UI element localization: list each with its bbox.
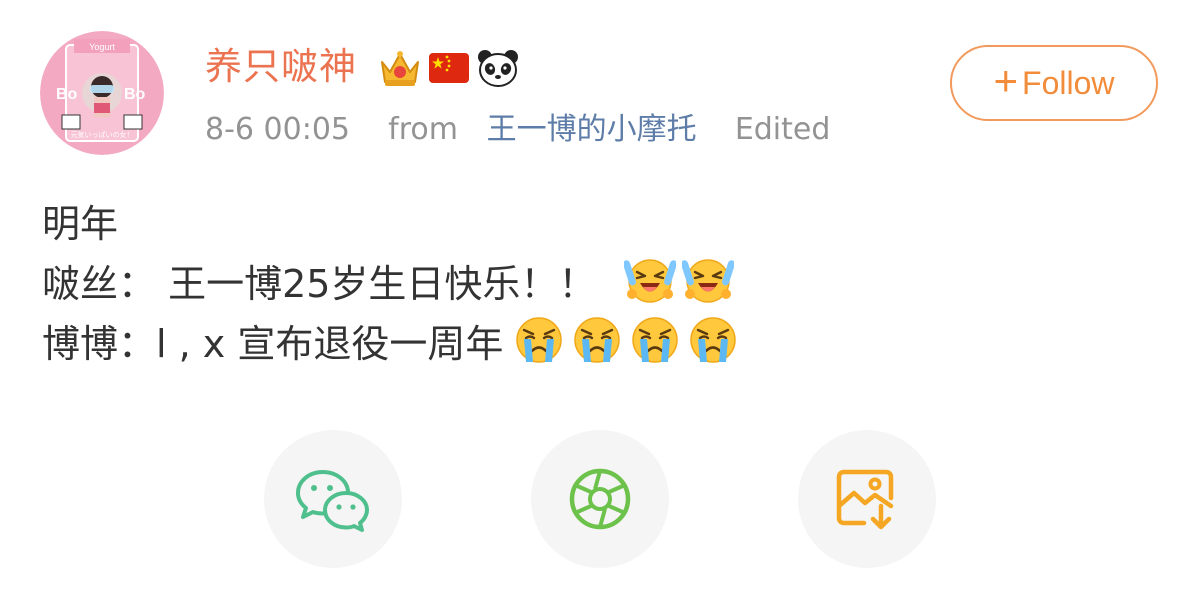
avatar-bo-right: Bo xyxy=(124,86,146,103)
share-save-image-button[interactable] xyxy=(798,430,936,568)
follow-button[interactable]: + Follow xyxy=(950,45,1158,121)
from-label: from xyxy=(388,112,458,147)
crying-emoji xyxy=(571,314,623,366)
crying-emoji xyxy=(513,314,565,366)
wechat-icon xyxy=(296,470,369,532)
laugh-cry-emoji xyxy=(682,254,735,306)
post-text: 明年 啵丝： 王一博25岁生日快乐！！ 博博：l , x 宣布退役一周年 xyxy=(42,190,739,370)
post-line-1: 明年 xyxy=(42,190,739,250)
laugh-cry-emoji xyxy=(624,254,677,306)
post-line-3: 博博：l , x 宣布退役一周年 xyxy=(42,310,739,370)
line-3-emojis xyxy=(507,314,739,366)
plus-icon: + xyxy=(993,57,1019,104)
share-wechat-button[interactable] xyxy=(264,430,402,568)
china-flag-icon xyxy=(429,51,469,85)
post-time: 8-6 00:05 xyxy=(205,112,350,147)
weibo-post-card: Yogurt Bo Bo 元気いっぱいの女！ 养只啵神 8-6 00:05 fr… xyxy=(0,0,1200,604)
post-source[interactable]: 王一博的小摩托 xyxy=(487,112,697,147)
crying-emoji xyxy=(687,314,739,366)
edited-label[interactable]: Edited xyxy=(735,112,831,147)
crown-badge-icon[interactable] xyxy=(378,48,422,88)
crying-emoji xyxy=(629,314,681,366)
username[interactable]: 养只啵神 xyxy=(205,42,357,92)
avatar-top-text: Yogurt xyxy=(89,42,115,52)
avatar[interactable]: Yogurt Bo Bo 元気いっぱいの女！ xyxy=(40,31,164,155)
post-meta: 8-6 00:05 from 王一博的小摩托 Edited xyxy=(205,108,830,152)
post-line-2-text: 啵丝： 王一博25岁生日快乐！！ xyxy=(42,261,597,306)
avatar-bo-left: Bo xyxy=(56,86,78,103)
moments-icon xyxy=(569,468,631,530)
follow-label: Follow xyxy=(1022,64,1115,101)
panda-icon xyxy=(476,48,520,88)
avatar-caption: 元気いっぱいの女！ xyxy=(71,130,134,139)
post-line-2: 啵丝： 王一博25岁生日快乐！！ xyxy=(42,250,739,310)
share-moments-button[interactable] xyxy=(531,430,669,568)
save-image-icon xyxy=(836,469,894,530)
line-2-emojis xyxy=(618,254,735,306)
post-line-3-text: 博博：l , x 宣布退役一周年 xyxy=(42,321,504,366)
user-badges xyxy=(378,44,520,92)
post-line-1-text: 明年 xyxy=(42,201,119,246)
